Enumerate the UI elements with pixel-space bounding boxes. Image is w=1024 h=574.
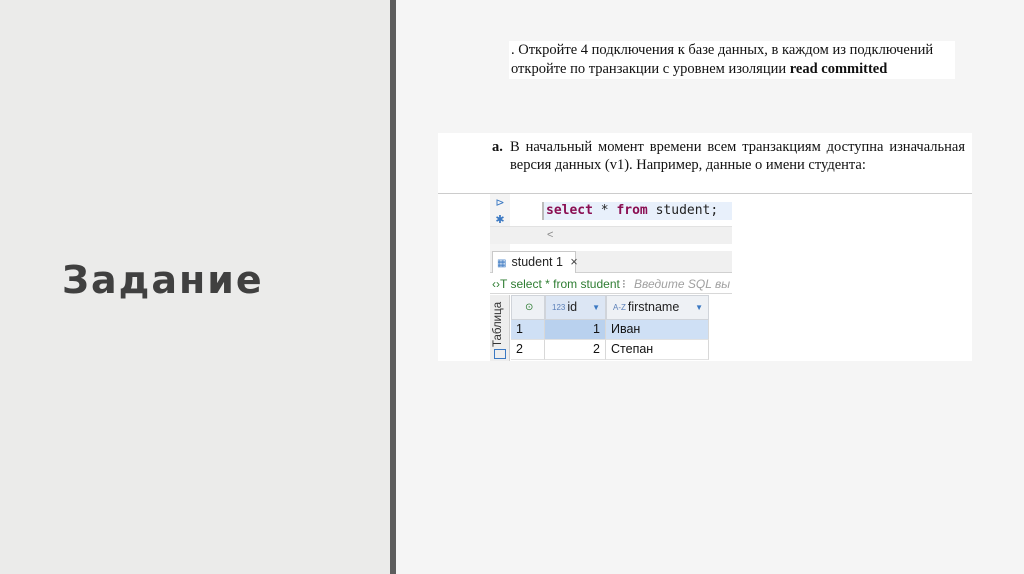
row-number[interactable]: 2: [511, 340, 545, 360]
sql-query-line[interactable]: select * from student;: [544, 202, 732, 220]
filter-separator: ⁝: [622, 277, 626, 291]
table-grid-icon: ▦: [497, 258, 507, 269]
slide-title: Задание: [62, 258, 264, 302]
column-header-id[interactable]: 123 id ▼: [545, 295, 606, 320]
text-type-icon: A-Z: [613, 303, 626, 312]
task-line-2: откройте по транзакции с уровнем изоляци…: [511, 60, 955, 79]
grid-view-icon[interactable]: [494, 349, 506, 359]
select-all-header[interactable]: ⊙: [511, 295, 545, 320]
editor-horizontal-scrollbar[interactable]: <: [490, 226, 732, 244]
close-icon[interactable]: ×: [570, 255, 577, 269]
scroll-left-arrow[interactable]: <: [547, 229, 553, 241]
tab-student-1[interactable]: ▦ student 1 ×: [492, 251, 578, 273]
column-header-firstname[interactable]: A-Z firstname ▼: [606, 295, 709, 320]
sort-arrow-icon[interactable]: ▼: [695, 296, 703, 319]
settings-gear-icon[interactable]: ✱: [493, 213, 507, 227]
task-instructions: . Откройте 4 подключения к базе данных, …: [509, 41, 955, 79]
embedded-screenshot: a. В начальный момент времени всем транз…: [438, 133, 972, 361]
paragraph: a. В начальный момент времени всем транз…: [492, 138, 965, 174]
tab-label: student 1: [511, 255, 563, 269]
filter-bar: ‹›T select * from student ⁝ Введите SQL …: [490, 274, 732, 294]
query-table: student;: [647, 203, 719, 218]
cell-id[interactable]: 2: [545, 340, 606, 360]
cell-id[interactable]: 1: [545, 320, 606, 340]
row-number[interactable]: 1: [511, 320, 545, 340]
paragraph-label: a.: [492, 139, 503, 155]
filter-query-text[interactable]: ‹›T select * from student: [492, 274, 620, 293]
keyword-select: select: [546, 203, 593, 218]
task-line-1: . Откройте 4 подключения к базе данных, …: [511, 42, 934, 58]
results-tabbar: ▦ student 1 ×: [490, 251, 732, 273]
cell-firstname[interactable]: Иван: [606, 320, 709, 340]
paragraph-text: В начальный момент времени всем транзакц…: [510, 139, 965, 173]
side-tab-label: Таблица: [492, 301, 504, 347]
run-script-icon[interactable]: ⊳: [493, 196, 507, 210]
side-tab-table[interactable]: Таблица: [490, 295, 510, 361]
task-line-2-text: откройте по транзакции с уровнем изоляци…: [511, 61, 790, 77]
cell-firstname[interactable]: Степан: [606, 340, 709, 360]
numeric-type-icon: 123: [552, 303, 566, 312]
column-name-firstname: firstname: [627, 300, 680, 314]
column-name-id: id: [567, 300, 578, 314]
select-all-icon: ⊙: [525, 302, 534, 313]
query-star: *: [592, 203, 617, 218]
filter-sql-input[interactable]: Введите SQL вы: [634, 274, 730, 293]
isolation-level: read committed: [789, 61, 888, 77]
keyword-from: from: [616, 203, 648, 218]
sort-arrow-icon[interactable]: ▼: [592, 296, 600, 319]
